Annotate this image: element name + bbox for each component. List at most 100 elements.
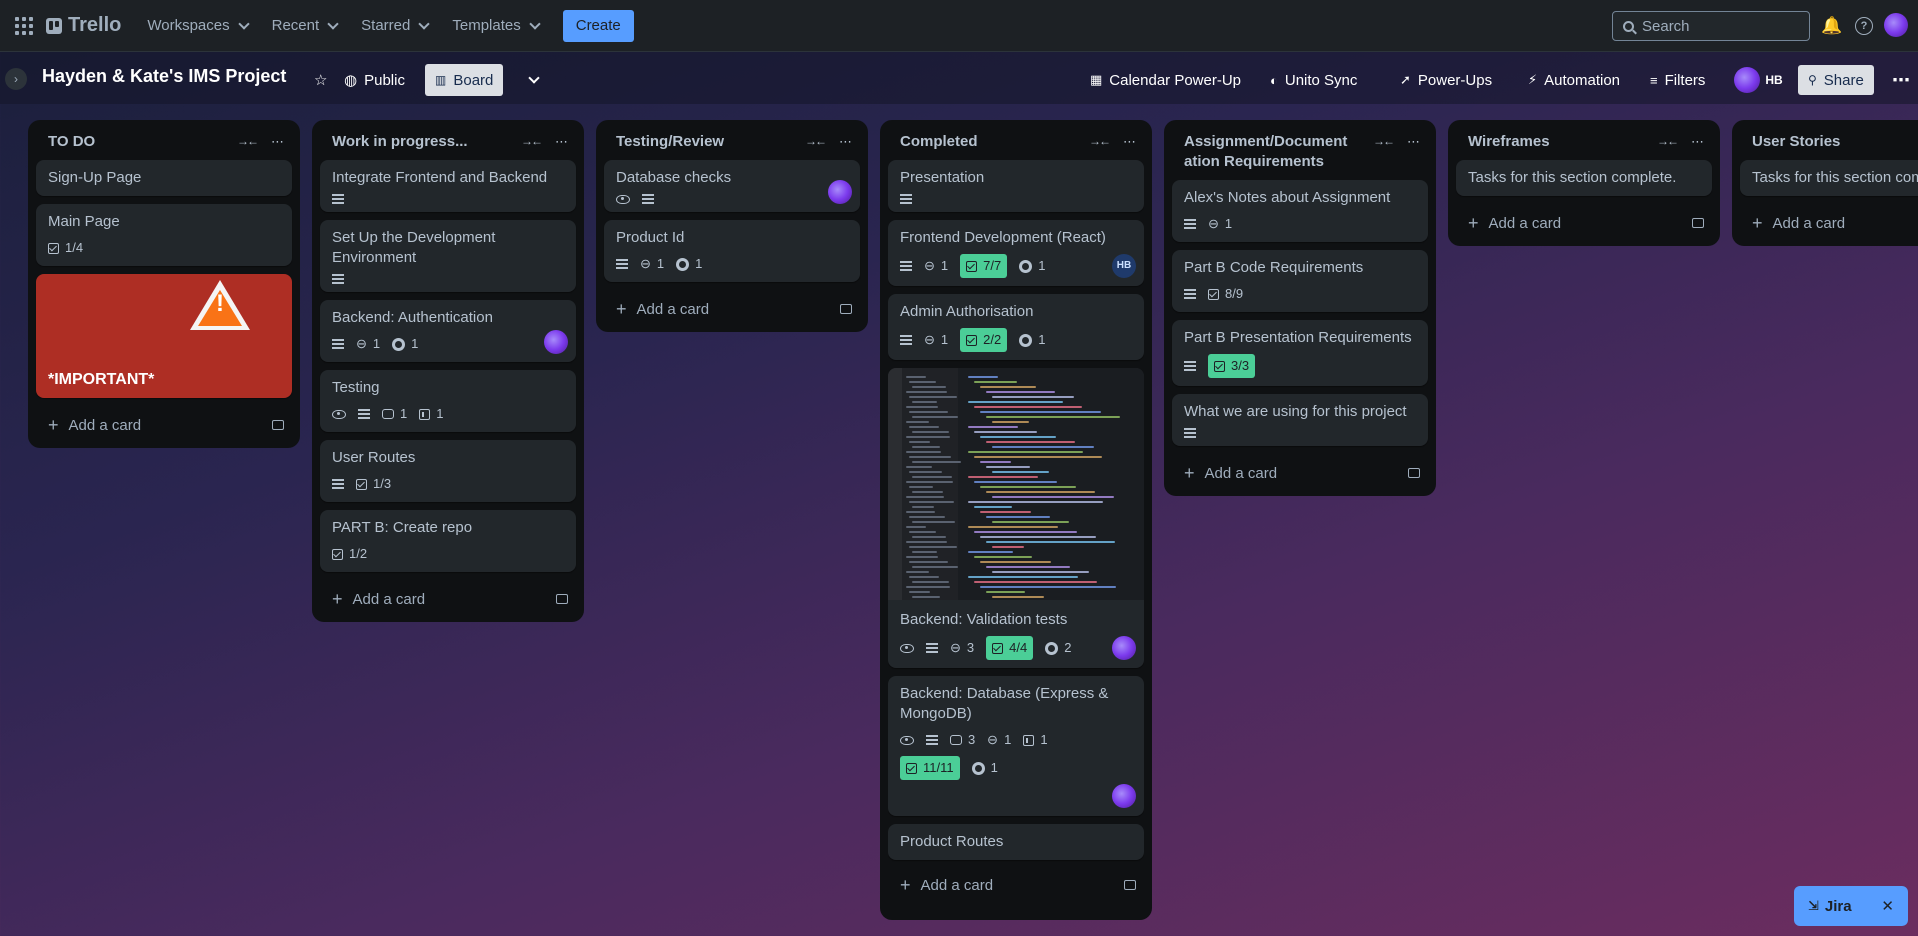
unito-sync-button[interactable]: ◐ Unito Sync xyxy=(1260,64,1367,96)
card[interactable]: Admin Authorisation ⊘ 1 2/2 1 xyxy=(888,294,1144,360)
card[interactable]: Main Page 1/4 xyxy=(36,204,292,266)
member-avatar[interactable] xyxy=(1112,784,1136,808)
share-button[interactable]: ⚲ Share xyxy=(1798,65,1874,95)
list-menu-icon[interactable]: ⋯ xyxy=(1691,134,1704,150)
nav-recent[interactable]: Recent xyxy=(260,10,350,42)
card[interactable]: Alex's Notes about Assignment ⊘ 1 xyxy=(1172,180,1428,242)
list-title[interactable]: Work in progress... xyxy=(332,132,502,152)
add-card-label: Add a card xyxy=(1204,464,1278,482)
star-icon[interactable]: ☆ xyxy=(304,64,337,96)
nav-starred-label: Starred xyxy=(361,17,411,34)
add-card-button[interactable]: + Add a card xyxy=(36,406,292,440)
card[interactable]: Product Id ⊘ 1 1 xyxy=(604,220,860,282)
list-title[interactable]: Wireframes xyxy=(1468,132,1638,152)
visibility-button[interactable]: ◍ Public xyxy=(334,64,415,96)
card[interactable]: Set Up the Development Environment xyxy=(320,220,576,292)
nav-templates[interactable]: Templates xyxy=(440,10,550,42)
sidebar-toggle-icon[interactable]: › xyxy=(5,68,27,90)
card[interactable]: Part B Presentation Requirements 3/3 xyxy=(1172,320,1428,386)
list-menu-icon[interactable]: ⋯ xyxy=(555,134,568,150)
list-title[interactable]: User Stories xyxy=(1752,132,1910,152)
account-avatar[interactable] xyxy=(1884,13,1908,37)
member-avatar[interactable] xyxy=(828,180,852,204)
card[interactable]: Sign-Up Page xyxy=(36,160,292,196)
automation-button[interactable]: ⚡ Automation xyxy=(1518,64,1630,96)
card-title: Sign-Up Page xyxy=(48,169,142,186)
card[interactable]: PART B: Create repo 1/2 xyxy=(320,510,576,572)
list-title[interactable]: Testing/Review xyxy=(616,132,786,152)
list-title[interactable]: Completed xyxy=(900,132,1070,152)
trello-logo[interactable]: Trello xyxy=(46,14,121,37)
card-template-icon[interactable] xyxy=(1692,218,1704,228)
card-important[interactable]: ! *IMPORTANT* xyxy=(36,274,292,398)
card-template-icon[interactable] xyxy=(840,304,852,314)
card[interactable]: Frontend Development (React) ⊘ 1 7/7 1 HB xyxy=(888,220,1144,286)
card[interactable]: Product Routes xyxy=(888,824,1144,860)
list-cards-scroll[interactable]: Presentation Frontend Development (React… xyxy=(888,160,1144,866)
card[interactable]: Tasks for this section complete. xyxy=(1456,160,1712,196)
description-icon xyxy=(1184,428,1196,438)
create-button[interactable]: Create xyxy=(562,9,634,42)
description-icon xyxy=(332,194,344,204)
list-title[interactable]: TO DO xyxy=(48,132,218,152)
list-menu-icon[interactable]: ⋯ xyxy=(1407,134,1420,150)
paperclip-icon: ⊘ xyxy=(946,638,965,657)
add-card-label: Add a card xyxy=(920,876,994,894)
list-menu-icon[interactable]: ⋯ xyxy=(271,134,284,150)
add-card-button[interactable]: + Add a card xyxy=(1172,454,1428,488)
list-menu-icon[interactable]: ⋯ xyxy=(1123,134,1136,150)
card[interactable]: Testing 1 1 xyxy=(320,370,576,432)
description-icon xyxy=(926,735,938,745)
list-title[interactable]: Assignment/Documentation Requirements xyxy=(1184,132,1354,172)
app-switcher-icon[interactable] xyxy=(12,14,36,38)
card-template-icon[interactable] xyxy=(1408,468,1420,478)
card-template-icon[interactable] xyxy=(1124,880,1136,890)
member-avatar[interactable] xyxy=(1112,636,1136,660)
card[interactable]: Tasks for this section complete. xyxy=(1740,160,1918,196)
member-avatar-hb[interactable]: HB xyxy=(1762,68,1786,92)
add-card-button[interactable]: + Add a card xyxy=(1456,204,1712,238)
card[interactable]: Part B Code Requirements 8/9 xyxy=(1172,250,1428,312)
member-avatar-hb[interactable]: HB xyxy=(1112,254,1136,278)
list-menu-icon[interactable]: ⋯ xyxy=(839,134,852,150)
jira-button[interactable]: ⇲ Jira ✕ xyxy=(1794,886,1908,926)
card[interactable]: Integrate Frontend and Backend xyxy=(320,160,576,212)
collapse-list-icon[interactable]: →← xyxy=(237,134,259,150)
collapse-list-icon[interactable]: →← xyxy=(1089,134,1111,150)
card[interactable]: Backend: Database (Express & MongoDB) 3 … xyxy=(888,676,1144,816)
powerups-button[interactable]: ➚ Power-Ups xyxy=(1390,64,1502,96)
card[interactable]: What we are using for this project xyxy=(1172,394,1428,446)
member-avatar[interactable] xyxy=(1734,67,1760,93)
member-avatar[interactable] xyxy=(544,330,568,354)
add-card-button[interactable]: + Add a card xyxy=(320,580,576,614)
card-with-cover[interactable]: Backend: Validation tests ⊘ 3 4/4 2 xyxy=(888,368,1144,668)
nav-workspaces[interactable]: Workspaces xyxy=(135,10,259,42)
jira-icon: ⇲ xyxy=(1808,898,1819,913)
card[interactable]: Backend: Authentication ⊘ 1 1 xyxy=(320,300,576,362)
card[interactable]: User Routes 1/3 xyxy=(320,440,576,502)
board-members[interactable]: HB xyxy=(1730,64,1790,96)
add-card-button[interactable]: + Add a card xyxy=(1740,204,1918,238)
card[interactable]: Presentation xyxy=(888,160,1144,212)
collapse-list-icon[interactable]: →← xyxy=(1373,134,1395,150)
nav-starred[interactable]: Starred xyxy=(349,10,440,42)
add-card-button[interactable]: + Add a card xyxy=(604,290,860,324)
add-card-button[interactable]: + Add a card xyxy=(888,866,1144,900)
collapse-list-icon[interactable]: →← xyxy=(1657,134,1679,150)
card[interactable]: Database checks xyxy=(604,160,860,212)
notifications-icon[interactable]: 🔔 xyxy=(1820,14,1844,38)
collapse-list-icon[interactable]: →← xyxy=(805,134,827,150)
board-menu-icon[interactable]: ⋯ xyxy=(1882,64,1918,96)
card-template-icon[interactable] xyxy=(272,420,284,430)
board-title[interactable]: Hayden & Kate's IMS Project xyxy=(42,66,286,87)
collapse-list-icon[interactable]: →← xyxy=(521,134,543,150)
card-template-icon[interactable] xyxy=(556,594,568,604)
board-view-button[interactable]: ▥ Board xyxy=(425,64,504,96)
calendar-powerup-button[interactable]: ▦ Calendar Power-Up xyxy=(1080,64,1251,96)
paperclip-icon: ⊘ xyxy=(636,254,655,273)
search-input[interactable]: Search xyxy=(1612,11,1810,41)
filters-button[interactable]: ≡ Filters xyxy=(1640,64,1715,96)
views-dropdown[interactable] xyxy=(518,64,548,96)
help-icon[interactable]: ? xyxy=(1852,14,1876,38)
close-icon[interactable]: ✕ xyxy=(1881,897,1894,915)
